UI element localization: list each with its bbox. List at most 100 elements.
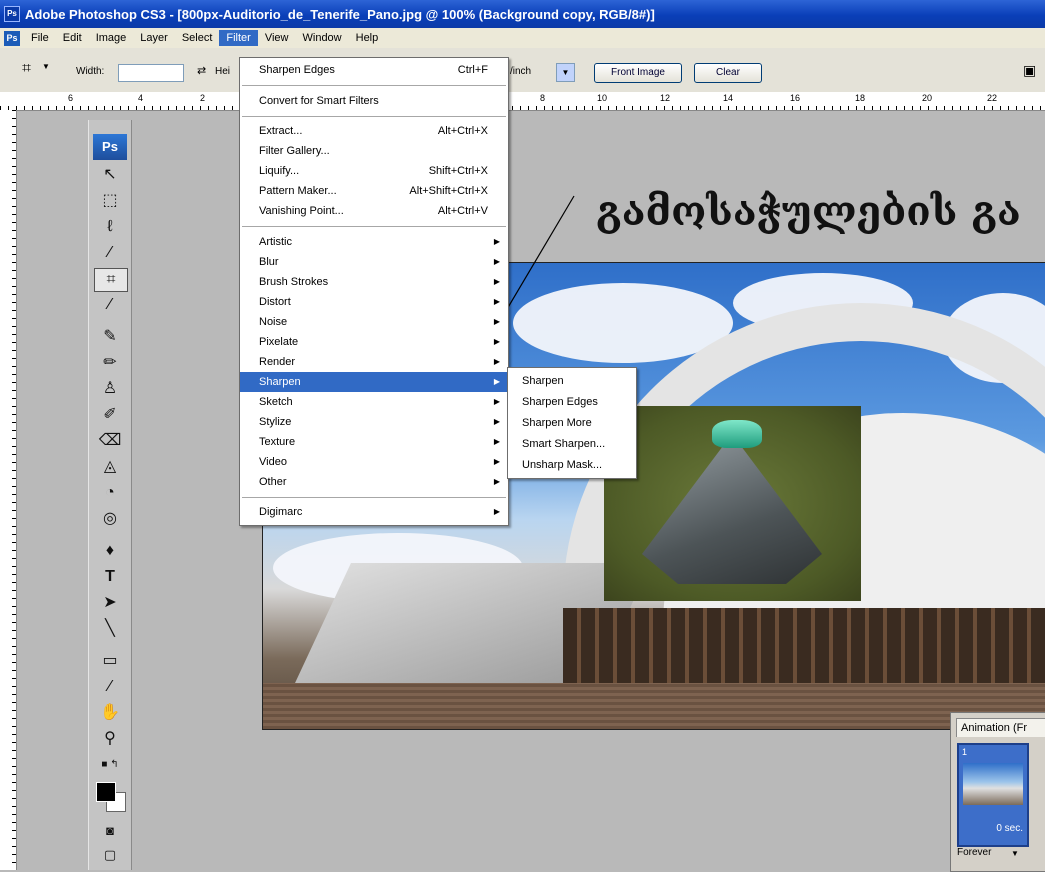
quick-mask-icon[interactable]: ◙ <box>94 820 126 842</box>
menu-item-extract[interactable]: Extract... Alt+Ctrl+X <box>240 121 508 141</box>
menu-edit[interactable]: Edit <box>56 30 89 46</box>
submenu-item-sharpen-more[interactable]: Sharpen More <box>522 413 592 433</box>
submenu-arrow-icon: ▶ <box>493 237 500 246</box>
menu-select[interactable]: Select <box>175 30 220 46</box>
menu-item-liquify[interactable]: Liquify... Shift+Ctrl+X <box>240 161 508 181</box>
menu-file[interactable]: File <box>24 30 56 46</box>
ps-logo-icon: Ps <box>4 30 20 46</box>
default-colors-icon[interactable]: ■ ↰ <box>94 754 126 776</box>
submenu-arrow-icon: ▶ <box>493 337 500 346</box>
history-brush-icon[interactable]: ✐ <box>94 404 126 426</box>
menu-item-pixelate[interactable]: Pixelate ▶ <box>240 332 508 352</box>
menu-item-artistic[interactable]: Artistic ▶ <box>240 232 508 252</box>
eyedropper-icon[interactable]: ⁄ <box>94 676 126 698</box>
menu-item-other[interactable]: Other ▶ <box>240 472 508 492</box>
hand-tool-icon[interactable]: ✋ <box>94 702 126 724</box>
eraser-icon[interactable]: ⌫ <box>94 430 126 452</box>
frame-number: 1 <box>962 747 968 757</box>
menu-layer[interactable]: Layer <box>133 30 175 46</box>
menu-image[interactable]: Image <box>89 30 134 46</box>
submenu-item-sharpen-edges[interactable]: Sharpen Edges <box>522 392 598 412</box>
animation-panel: Animation (Fr 1 0 sec. Forever ▼ <box>950 712 1045 872</box>
healing-brush-icon[interactable]: ✎ <box>94 326 126 348</box>
menu-item-digimarc[interactable]: Digimarc ▶ <box>240 502 508 522</box>
menu-item-filter-gallery[interactable]: Filter Gallery... <box>240 141 508 161</box>
blur-tool-icon[interactable]: ◔ <box>94 482 126 504</box>
ruler-label: 14 <box>723 93 734 103</box>
clone-stamp-icon[interactable]: ♙ <box>94 378 126 400</box>
submenu-arrow-icon: ▶ <box>493 357 500 366</box>
dodge-tool-icon[interactable]: ◎ <box>94 508 126 530</box>
submenu-arrow-icon: ▶ <box>493 437 500 446</box>
zoom-tool-icon[interactable]: ⚲ <box>94 728 126 750</box>
front-image-button[interactable]: Front Image <box>594 63 682 83</box>
ruler-label: 10 <box>597 93 608 103</box>
marquee-tool-icon[interactable]: ⬚ <box>94 190 126 212</box>
chevron-down-icon[interactable]: ▼ <box>1011 849 1019 858</box>
ruler-label: 2 <box>200 93 206 103</box>
foreground-color-swatch[interactable] <box>96 782 116 802</box>
clear-button[interactable]: Clear <box>694 63 762 83</box>
menu-item-sketch[interactable]: Sketch ▶ <box>240 392 508 412</box>
submenu-arrow-icon: ▶ <box>493 507 500 516</box>
unit-dropdown-icon[interactable]: ▼ <box>556 63 575 82</box>
menu-item-stylize[interactable]: Stylize ▶ <box>240 412 508 432</box>
menu-view[interactable]: View <box>258 30 296 46</box>
palette-well-icon[interactable]: ▣ <box>1023 62 1036 79</box>
lasso-tool-icon[interactable]: ℓ <box>94 216 126 238</box>
menu-item-vanishing-point[interactable]: Vanishing Point... Alt+Ctrl+V <box>240 201 508 221</box>
swap-icon[interactable]: ⇄ <box>197 64 206 77</box>
screen-mode-icon[interactable]: ▢ <box>94 844 126 866</box>
glass-crystal <box>712 420 762 448</box>
slice-tool-icon[interactable]: ∕ <box>94 294 126 316</box>
menu-item-distort[interactable]: Distort ▶ <box>240 292 508 312</box>
crop-tool-icon[interactable]: ⌗ <box>94 268 128 292</box>
chevron-down-icon[interactable]: ▼ <box>42 62 50 71</box>
submenu-arrow-icon: ▶ <box>493 417 500 426</box>
menu-item-sharpen[interactable]: Sharpen ▶ <box>240 372 508 392</box>
move-tool-icon[interactable]: ↖ <box>94 164 126 186</box>
animation-tab[interactable]: Animation (Fr <box>956 718 1045 737</box>
menu-item-last-filter[interactable]: Sharpen Edges Ctrl+F <box>240 60 508 80</box>
menu-item-brush-strokes[interactable]: Brush Strokes ▶ <box>240 272 508 292</box>
menu-item-texture[interactable]: Texture ▶ <box>240 432 508 452</box>
frame-delay[interactable]: 0 sec. <box>959 823 1023 834</box>
animation-frame[interactable]: 1 0 sec. <box>957 743 1029 847</box>
ruler-label: 6 <box>68 93 74 103</box>
type-tool-icon[interactable]: T <box>94 566 126 588</box>
ruler-label: 20 <box>922 93 933 103</box>
menu-filter[interactable]: Filter <box>219 30 258 46</box>
brush-tool-icon[interactable]: ✏ <box>94 352 126 374</box>
submenu-item-smart-sharpen[interactable]: Smart Sharpen... <box>522 434 605 454</box>
submenu-item-sharpen[interactable]: Sharpen <box>522 371 564 391</box>
submenu-arrow-icon: ▶ <box>493 397 500 406</box>
menu-item-convert-smart[interactable]: Convert for Smart Filters <box>240 91 508 111</box>
loop-dropdown[interactable]: Forever <box>957 847 991 858</box>
crop-tool-icon[interactable]: ⌗ <box>22 60 31 78</box>
submenu-arrow-icon: ▶ <box>493 377 500 386</box>
menu-item-video[interactable]: Video ▶ <box>240 452 508 472</box>
width-input[interactable] <box>118 64 184 82</box>
ground <box>263 683 1045 729</box>
menu-help[interactable]: Help <box>349 30 386 46</box>
options-bar: ⌗ ▼ Width: ⇄ Hei /inch ▼ Front Image Cle… <box>0 48 1045 93</box>
submenu-item-unsharp-mask[interactable]: Unsharp Mask... <box>522 455 602 475</box>
magic-wand-icon[interactable]: ⁄ <box>94 242 126 264</box>
menu-item-pattern-maker[interactable]: Pattern Maker... Alt+Shift+Ctrl+X <box>240 181 508 201</box>
submenu-arrow-icon: ▶ <box>493 477 500 486</box>
pen-tool-icon[interactable]: ♦ <box>94 540 126 562</box>
horizontal-ruler <box>0 92 1045 111</box>
resolution-unit: /inch <box>510 66 532 77</box>
paint-bucket-icon[interactable]: ◬ <box>94 456 126 478</box>
submenu-arrow-icon: ▶ <box>493 297 500 306</box>
pasted-photo[interactable] <box>604 406 861 601</box>
notes-tool-icon[interactable]: ▭ <box>94 650 126 672</box>
menu-item-render[interactable]: Render ▶ <box>240 352 508 372</box>
menu-window[interactable]: Window <box>296 30 349 46</box>
ps-logo: Ps <box>93 134 127 160</box>
menu-item-blur[interactable]: Blur ▶ <box>240 252 508 272</box>
plaque <box>642 434 822 584</box>
menu-item-noise[interactable]: Noise ▶ <box>240 312 508 332</box>
path-selection-icon[interactable]: ➤ <box>94 592 126 614</box>
line-tool-icon[interactable]: ╲ <box>94 618 126 640</box>
